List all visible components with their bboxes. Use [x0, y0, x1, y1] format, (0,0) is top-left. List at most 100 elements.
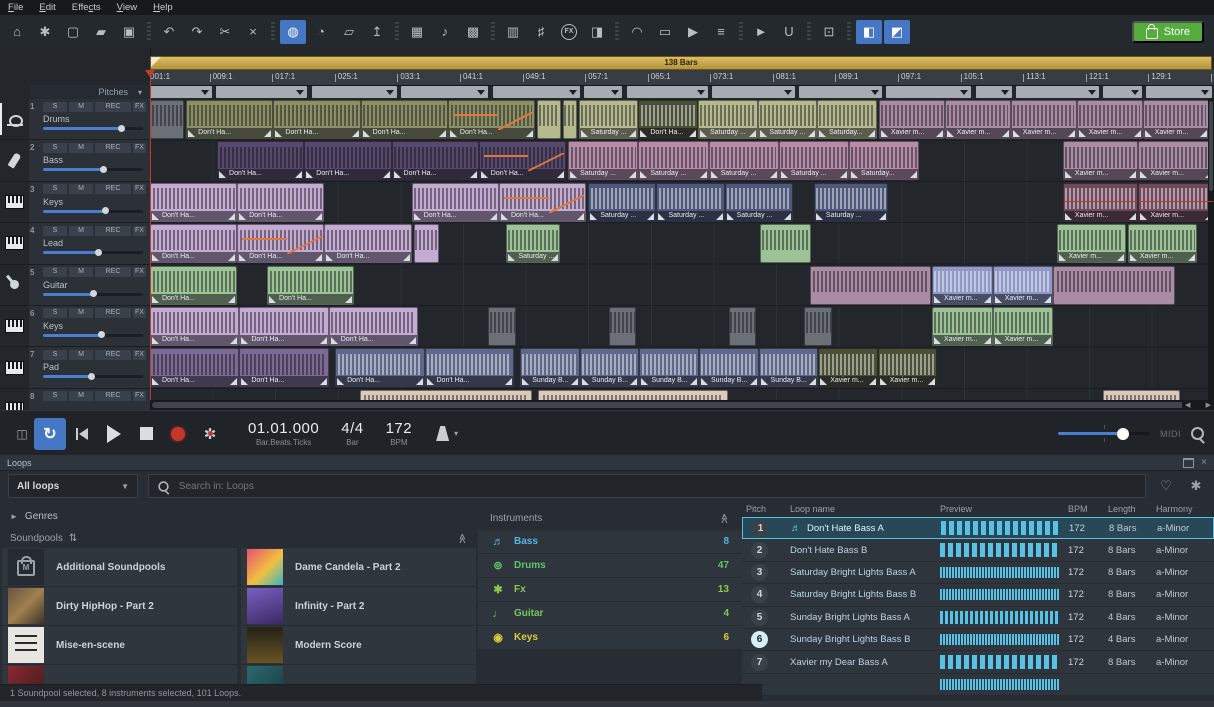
track-m-button[interactable]: M [69, 350, 93, 360]
loop-preview-waveform[interactable] [940, 589, 1060, 600]
loop-preview-waveform[interactable] [940, 543, 1060, 557]
audio-clip[interactable]: Don't Ha... [448, 100, 535, 139]
clip-pitch-dropdown[interactable] [1016, 86, 1099, 98]
track-m-button[interactable]: M [69, 102, 93, 112]
track-s-button[interactable]: S [43, 184, 67, 194]
loop-preview-waveform[interactable] [940, 655, 1060, 669]
audio-clip[interactable]: Xavier m... [1063, 183, 1139, 222]
cloud-icon[interactable]: ↥ [364, 20, 390, 44]
soundpool-item[interactable]: Mise-en-scene [2, 626, 237, 665]
pitch-circle[interactable]: 2 [751, 542, 768, 559]
track-rec-button[interactable]: REC [95, 184, 131, 194]
audio-clip[interactable]: Don't Ha... [217, 141, 304, 180]
pitch-circle[interactable]: 6 [751, 631, 768, 648]
track-volume-slider[interactable] [43, 127, 143, 130]
clip-pitch-dropdown[interactable] [886, 86, 971, 98]
pitch-circle[interactable]: 4 [751, 586, 768, 603]
track-rec-button[interactable]: REC [95, 308, 131, 318]
clip-pitch-dropdown[interactable] [584, 86, 622, 98]
mouse-mode-icon[interactable]: ► [748, 20, 774, 44]
audio-clip[interactable] [414, 224, 440, 263]
audio-clip[interactable]: Xavier m... [878, 348, 938, 387]
loop-row[interactable] [742, 674, 1214, 696]
audio-clip[interactable]: Saturday ... [709, 141, 779, 180]
audio-clip[interactable]: Don't Ha... [239, 307, 328, 346]
object-mode-icon[interactable]: ◍ [280, 20, 306, 44]
audio-clip[interactable]: Saturday ... [725, 183, 793, 222]
audio-clip[interactable]: Don't Ha... [150, 348, 239, 387]
playhead-marker[interactable] [145, 70, 155, 77]
track-m-button[interactable]: M [69, 391, 93, 401]
track-rec-button[interactable]: REC [95, 267, 131, 277]
audio-clip[interactable]: Don't Ha... [361, 100, 448, 139]
track-fx-button[interactable]: FX [133, 226, 146, 236]
master-volume-slider[interactable] [1058, 432, 1150, 435]
loop-preview-waveform[interactable] [940, 634, 1060, 645]
timeline-ruler[interactable]: 001:1009:1017:1025:1033:1041:1049:1057:1… [150, 70, 1214, 86]
audio-clip[interactable] [150, 100, 184, 139]
track-fx-button[interactable]: FX [133, 143, 146, 153]
collapse-section-icon[interactable]: ≫ [457, 533, 468, 543]
audio-clip[interactable]: Don't Ha... [186, 100, 273, 139]
track-volume-slider[interactable] [43, 293, 143, 296]
audio-clip[interactable]: Don't Ha... [392, 141, 479, 180]
clip-pitch-dropdown[interactable] [1103, 86, 1141, 98]
audio-clip[interactable]: Don't Ha... [638, 100, 698, 139]
audio-clip[interactable]: Sunday B... [639, 348, 699, 387]
play-button[interactable] [98, 418, 130, 450]
panel-bottom-toggle-icon[interactable]: ◩ [884, 20, 910, 44]
audio-clip[interactable]: Xavier m... [818, 348, 878, 387]
audio-clip[interactable]: Saturday ... [698, 100, 758, 139]
audio-clip[interactable]: Xavier m... [932, 266, 993, 305]
audio-clip[interactable]: Don't Ha... [150, 183, 237, 222]
clip-pitch-dropdown[interactable] [150, 86, 212, 98]
col-preview[interactable]: Preview [940, 504, 1068, 514]
audio-clip[interactable]: Sunday B... [580, 348, 640, 387]
instrument-filter-item[interactable]: ◉Keys6 [478, 626, 742, 650]
audio-clip[interactable]: Saturday ... [506, 224, 559, 263]
soundpool-item[interactable]: Infinity - Part 2 [241, 587, 476, 626]
audio-clip[interactable]: Xavier m... [1143, 100, 1209, 139]
track-s-button[interactable]: S [43, 102, 67, 112]
track-volume-slider[interactable] [43, 375, 143, 378]
audio-clip[interactable] [1053, 266, 1174, 305]
audio-clip[interactable]: Xavier m... [1063, 141, 1139, 180]
loop-row[interactable]: 6Sunday Bright Lights Bass B1724 Barsa-M… [742, 629, 1214, 651]
audio-clip[interactable]: Don't Ha... [150, 266, 237, 305]
pitch-cell[interactable]: 3 [746, 564, 790, 581]
col-length[interactable]: Length [1108, 504, 1156, 514]
clip-pitch-dropdown[interactable] [712, 86, 795, 98]
track-rec-button[interactable]: REC [95, 102, 131, 112]
track-volume-slider[interactable] [43, 210, 143, 213]
track-s-button[interactable]: S [43, 308, 67, 318]
audio-clip[interactable]: Saturday ... [588, 183, 656, 222]
audio-clip[interactable]: Don't Ha... [239, 348, 328, 387]
clip-pitch-dropdown[interactable] [799, 86, 882, 98]
track-volume-slider[interactable] [43, 334, 143, 337]
col-harmony[interactable]: Harmony [1156, 504, 1214, 514]
track-m-button[interactable]: M [69, 184, 93, 194]
audio-clip[interactable]: Saturday... [817, 100, 877, 139]
pitch-cell[interactable]: 6 [746, 631, 790, 648]
audio-clip[interactable]: Saturday ... [568, 141, 638, 180]
track-fx-button[interactable]: FX [133, 102, 146, 112]
save-icon[interactable]: ▣ [116, 20, 142, 44]
audio-clip[interactable] [609, 307, 637, 346]
slider-knob[interactable] [118, 125, 125, 132]
track-s-button[interactable]: S [43, 143, 67, 153]
track-fx-button[interactable]: FX [133, 267, 146, 277]
metronome-button[interactable]: ▾ [436, 426, 458, 441]
track-m-button[interactable]: M [69, 143, 93, 153]
arrangement-horizontal-scrollbar[interactable] [150, 400, 1188, 410]
slider-knob[interactable] [88, 373, 95, 380]
undock-panel-icon[interactable] [1183, 458, 1194, 468]
instrument-filter-item[interactable]: ♩Guitar4 [478, 602, 742, 626]
menu-file[interactable]: File [0, 2, 31, 13]
sort-icon[interactable]: ⇅ [69, 533, 77, 544]
track-m-button[interactable]: M [69, 226, 93, 236]
audio-clip[interactable]: Saturday... [849, 141, 919, 180]
track-s-button[interactable]: S [43, 350, 67, 360]
list-icon[interactable]: ≡ [708, 20, 734, 44]
genres-expander[interactable]: ► Genres [0, 500, 478, 528]
clip-pitch-dropdown[interactable] [216, 86, 308, 98]
